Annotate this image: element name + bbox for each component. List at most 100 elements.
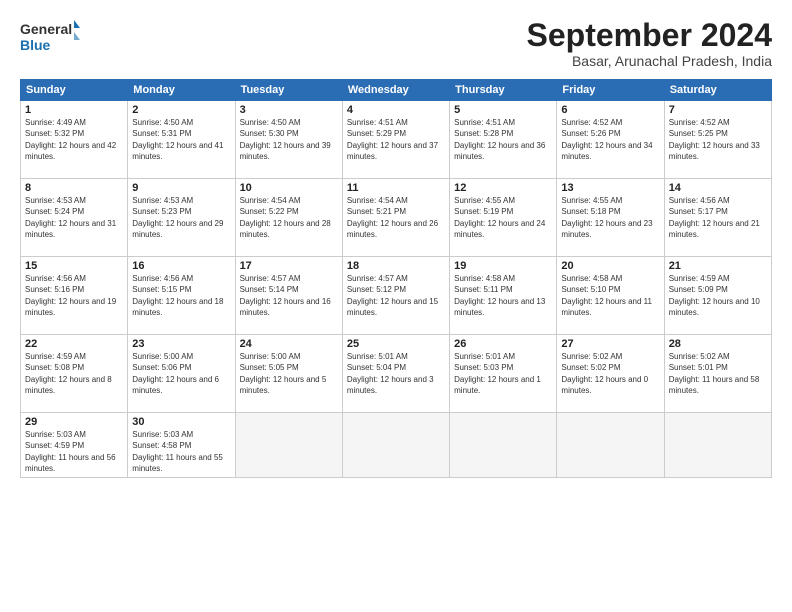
day-info: Sunrise: 4:50 AMSunset: 5:30 PMDaylight:…: [240, 118, 331, 161]
header-wednesday: Wednesday: [342, 80, 449, 101]
table-row: 17 Sunrise: 4:57 AMSunset: 5:14 PMDaylig…: [235, 257, 342, 335]
day-info: Sunrise: 5:00 AMSunset: 5:05 PMDaylight:…: [240, 352, 327, 395]
day-number: 11: [347, 182, 445, 194]
header-sunday: Sunday: [21, 80, 128, 101]
table-row: 15 Sunrise: 4:56 AMSunset: 5:16 PMDaylig…: [21, 257, 128, 335]
table-row: [450, 413, 557, 478]
header-saturday: Saturday: [664, 80, 771, 101]
day-info: Sunrise: 4:54 AMSunset: 5:22 PMDaylight:…: [240, 196, 331, 239]
header-thursday: Thursday: [450, 80, 557, 101]
header-tuesday: Tuesday: [235, 80, 342, 101]
table-row: 18 Sunrise: 4:57 AMSunset: 5:12 PMDaylig…: [342, 257, 449, 335]
table-row: 9 Sunrise: 4:53 AMSunset: 5:23 PMDayligh…: [128, 179, 235, 257]
svg-text:Blue: Blue: [20, 37, 51, 53]
day-number: 26: [454, 338, 552, 350]
table-row: 12 Sunrise: 4:55 AMSunset: 5:19 PMDaylig…: [450, 179, 557, 257]
day-info: Sunrise: 4:49 AMSunset: 5:32 PMDaylight:…: [25, 118, 116, 161]
weekday-header-row: Sunday Monday Tuesday Wednesday Thursday…: [21, 80, 772, 101]
subtitle: Basar, Arunachal Pradesh, India: [527, 53, 772, 69]
day-number: 3: [240, 104, 338, 116]
day-number: 6: [561, 104, 659, 116]
day-info: Sunrise: 5:01 AMSunset: 5:04 PMDaylight:…: [347, 352, 434, 395]
table-row: 11 Sunrise: 4:54 AMSunset: 5:21 PMDaylig…: [342, 179, 449, 257]
table-row: 20 Sunrise: 4:58 AMSunset: 5:10 PMDaylig…: [557, 257, 664, 335]
table-row: 21 Sunrise: 4:59 AMSunset: 5:09 PMDaylig…: [664, 257, 771, 335]
day-info: Sunrise: 4:51 AMSunset: 5:28 PMDaylight:…: [454, 118, 545, 161]
table-row: 6 Sunrise: 4:52 AMSunset: 5:26 PMDayligh…: [557, 101, 664, 179]
day-number: 18: [347, 260, 445, 272]
day-number: 15: [25, 260, 123, 272]
day-number: 27: [561, 338, 659, 350]
day-info: Sunrise: 4:57 AMSunset: 5:14 PMDaylight:…: [240, 274, 331, 317]
logo-svg: General Blue: [20, 18, 80, 56]
day-info: Sunrise: 4:55 AMSunset: 5:18 PMDaylight:…: [561, 196, 652, 239]
day-number: 8: [25, 182, 123, 194]
day-number: 29: [25, 416, 123, 428]
day-info: Sunrise: 4:53 AMSunset: 5:24 PMDaylight:…: [25, 196, 116, 239]
calendar-table: Sunday Monday Tuesday Wednesday Thursday…: [20, 79, 772, 478]
day-info: Sunrise: 4:56 AMSunset: 5:17 PMDaylight:…: [669, 196, 760, 239]
logo: General Blue: [20, 18, 80, 56]
day-number: 30: [132, 416, 230, 428]
table-row: [235, 413, 342, 478]
table-row: [342, 413, 449, 478]
day-number: 10: [240, 182, 338, 194]
table-row: 22 Sunrise: 4:59 AMSunset: 5:08 PMDaylig…: [21, 335, 128, 413]
day-info: Sunrise: 4:54 AMSunset: 5:21 PMDaylight:…: [347, 196, 438, 239]
table-row: 14 Sunrise: 4:56 AMSunset: 5:17 PMDaylig…: [664, 179, 771, 257]
day-info: Sunrise: 4:59 AMSunset: 5:08 PMDaylight:…: [25, 352, 112, 395]
title-block: September 2024 Basar, Arunachal Pradesh,…: [527, 18, 772, 69]
svg-text:General: General: [20, 21, 72, 37]
day-number: 25: [347, 338, 445, 350]
day-number: 17: [240, 260, 338, 272]
day-info: Sunrise: 5:03 AMSunset: 4:58 PMDaylight:…: [132, 430, 223, 473]
day-number: 13: [561, 182, 659, 194]
day-number: 23: [132, 338, 230, 350]
day-number: 20: [561, 260, 659, 272]
day-info: Sunrise: 4:53 AMSunset: 5:23 PMDaylight:…: [132, 196, 223, 239]
day-number: 2: [132, 104, 230, 116]
table-row: 1 Sunrise: 4:49 AMSunset: 5:32 PMDayligh…: [21, 101, 128, 179]
day-info: Sunrise: 4:58 AMSunset: 5:10 PMDaylight:…: [561, 274, 652, 317]
table-row: 25 Sunrise: 5:01 AMSunset: 5:04 PMDaylig…: [342, 335, 449, 413]
day-number: 24: [240, 338, 338, 350]
header-friday: Friday: [557, 80, 664, 101]
day-info: Sunrise: 5:02 AMSunset: 5:01 PMDaylight:…: [669, 352, 760, 395]
day-info: Sunrise: 5:00 AMSunset: 5:06 PMDaylight:…: [132, 352, 219, 395]
day-info: Sunrise: 4:55 AMSunset: 5:19 PMDaylight:…: [454, 196, 545, 239]
day-info: Sunrise: 4:57 AMSunset: 5:12 PMDaylight:…: [347, 274, 438, 317]
day-number: 22: [25, 338, 123, 350]
day-number: 28: [669, 338, 767, 350]
table-row: 29 Sunrise: 5:03 AMSunset: 4:59 PMDaylig…: [21, 413, 128, 478]
day-info: Sunrise: 4:52 AMSunset: 5:25 PMDaylight:…: [669, 118, 760, 161]
day-number: 21: [669, 260, 767, 272]
day-info: Sunrise: 4:59 AMSunset: 5:09 PMDaylight:…: [669, 274, 760, 317]
table-row: 8 Sunrise: 4:53 AMSunset: 5:24 PMDayligh…: [21, 179, 128, 257]
day-info: Sunrise: 5:03 AMSunset: 4:59 PMDaylight:…: [25, 430, 116, 473]
table-row: 23 Sunrise: 5:00 AMSunset: 5:06 PMDaylig…: [128, 335, 235, 413]
day-number: 4: [347, 104, 445, 116]
day-info: Sunrise: 5:02 AMSunset: 5:02 PMDaylight:…: [561, 352, 648, 395]
day-info: Sunrise: 5:01 AMSunset: 5:03 PMDaylight:…: [454, 352, 541, 395]
day-number: 19: [454, 260, 552, 272]
day-number: 1: [25, 104, 123, 116]
header: General Blue September 2024 Basar, Aruna…: [20, 18, 772, 69]
table-row: 7 Sunrise: 4:52 AMSunset: 5:25 PMDayligh…: [664, 101, 771, 179]
day-info: Sunrise: 4:50 AMSunset: 5:31 PMDaylight:…: [132, 118, 223, 161]
table-row: [557, 413, 664, 478]
table-row: 2 Sunrise: 4:50 AMSunset: 5:31 PMDayligh…: [128, 101, 235, 179]
page: General Blue September 2024 Basar, Aruna…: [0, 0, 792, 612]
day-number: 5: [454, 104, 552, 116]
day-number: 12: [454, 182, 552, 194]
table-row: 24 Sunrise: 5:00 AMSunset: 5:05 PMDaylig…: [235, 335, 342, 413]
day-info: Sunrise: 4:56 AMSunset: 5:16 PMDaylight:…: [25, 274, 116, 317]
table-row: 27 Sunrise: 5:02 AMSunset: 5:02 PMDaylig…: [557, 335, 664, 413]
table-row: 13 Sunrise: 4:55 AMSunset: 5:18 PMDaylig…: [557, 179, 664, 257]
table-row: 5 Sunrise: 4:51 AMSunset: 5:28 PMDayligh…: [450, 101, 557, 179]
table-row: 3 Sunrise: 4:50 AMSunset: 5:30 PMDayligh…: [235, 101, 342, 179]
day-info: Sunrise: 4:58 AMSunset: 5:11 PMDaylight:…: [454, 274, 545, 317]
day-info: Sunrise: 4:52 AMSunset: 5:26 PMDaylight:…: [561, 118, 652, 161]
table-row: 19 Sunrise: 4:58 AMSunset: 5:11 PMDaylig…: [450, 257, 557, 335]
header-monday: Monday: [128, 80, 235, 101]
day-info: Sunrise: 4:51 AMSunset: 5:29 PMDaylight:…: [347, 118, 438, 161]
